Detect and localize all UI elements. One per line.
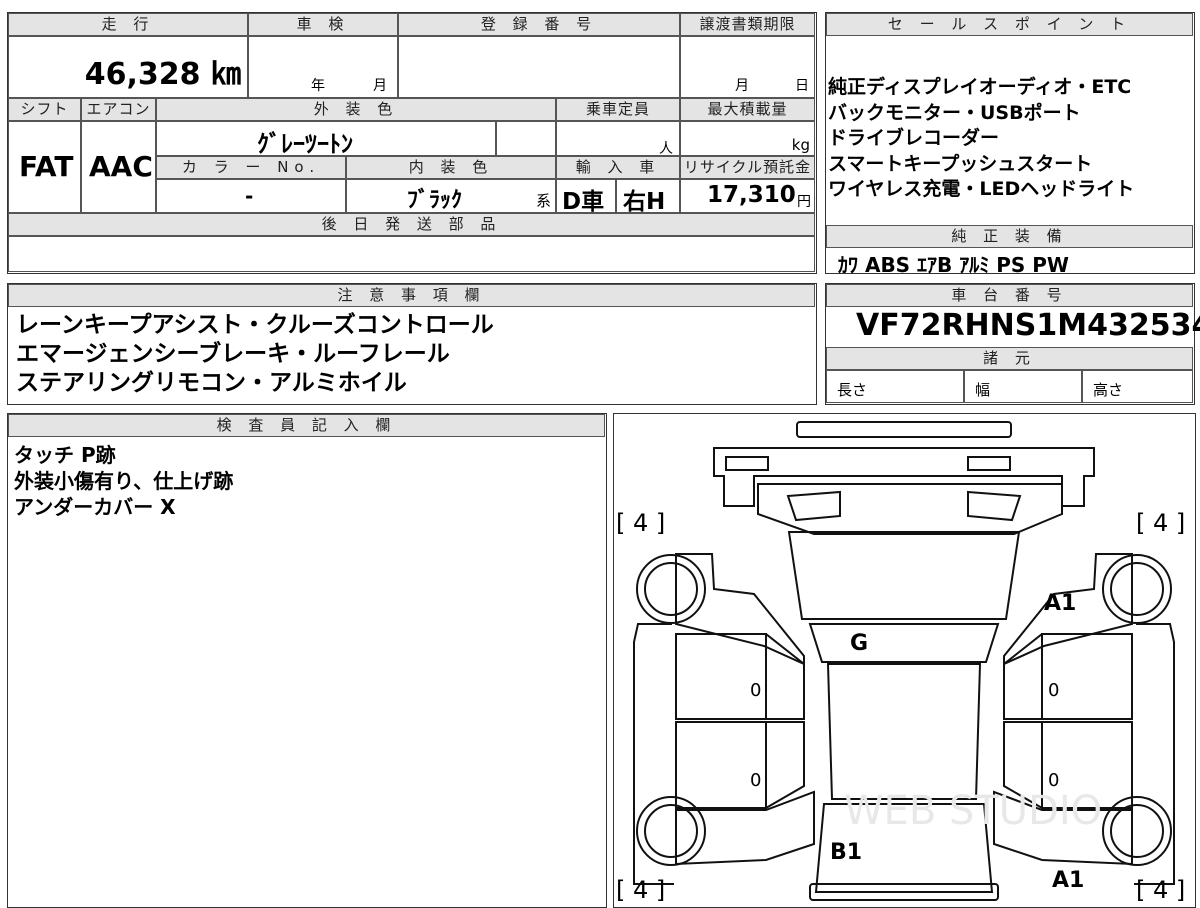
spec-length-cell: 長さ	[826, 370, 964, 403]
later-parts-cell	[8, 236, 815, 272]
inspection-year-unit: 年	[311, 78, 325, 94]
recycle-unit: 円	[797, 194, 811, 210]
spec-length-label: 長さ	[837, 381, 868, 399]
sales-point-line: バックモニター・USBポート	[828, 101, 1081, 124]
vehicle-info-panel: 走 行 車 検 登 録 番 号 譲渡書類期限 46,328 ㎞ 年 月 月 日 …	[7, 12, 817, 274]
door-front-left-mark: 0	[750, 680, 761, 701]
max-load-header: 最大積載量	[680, 98, 815, 121]
tire-front-right: [ 4 ]	[1136, 509, 1185, 537]
interior-color-suffix: 系	[535, 192, 551, 210]
tire-front-left: [ 4 ]	[616, 509, 665, 537]
equipment-value: ｶﾜ ABS ｴｱB ｱﾙﾐ PS PW	[838, 253, 1069, 277]
transfer-deadline-cell: 月 日	[680, 36, 815, 98]
sales-point-line: ワイヤレス充電・LEDヘッドライト	[828, 178, 1135, 200]
car-diagram: WEB STUDIO [ 4 ] [ 4 ] [ 4 ] [ 4 ] A1 G …	[616, 421, 1185, 904]
spec-height-cell: 高さ	[1082, 370, 1193, 403]
door-rear-right-mark: 0	[1048, 770, 1059, 791]
damage-mark-a1-rear: A1	[1052, 868, 1084, 893]
mileage-value: 46,328 ㎞	[84, 57, 241, 92]
car-diagram-panel: WEB STUDIO [ 4 ] [ 4 ] [ 4 ] [ 4 ] A1 G …	[613, 413, 1196, 908]
spec-height-label: 高さ	[1093, 381, 1124, 399]
inspector-header: 検 査 員 記 入 欄	[8, 414, 605, 437]
capacity-header: 乗車定員	[556, 98, 680, 121]
door-front-right-mark: 0	[1048, 680, 1059, 701]
color-no-cell: -	[156, 179, 346, 213]
shift-cell: FAT	[8, 121, 81, 213]
registration-cell	[398, 36, 680, 98]
interior-color-value: ﾌﾞﾗｯｸ	[407, 188, 463, 213]
exterior-color-value: ｸﾞﾚｰﾂｰﾄﾝ	[257, 130, 353, 158]
inspector-note-line: 外装小傷有り、仕上げ跡	[14, 469, 234, 493]
exterior-color-header: 外 装 色	[156, 98, 556, 121]
color-no-header: カ ラ ー No.	[156, 156, 346, 179]
notes-panel: 注 意 事 項 欄 レーンキープアシスト・クルーズコントロール エマージェンシー…	[7, 283, 817, 405]
inspection-cell: 年 月	[248, 36, 398, 98]
note-line: レーンキープアシスト・クルーズコントロール	[16, 312, 494, 338]
recycle-value: 17,310	[707, 182, 796, 208]
damage-mark-g: G	[850, 631, 868, 656]
equipment-header: 純 正 装 備	[826, 225, 1193, 248]
aircon-value: AAC	[89, 150, 153, 183]
chassis-panel: 車 台 番 号 VF72RHNS1M4325340 諸 元 長さ 幅 高さ	[825, 283, 1200, 405]
import-value-1: D車	[562, 189, 605, 215]
interior-color-header: 内 装 色	[346, 156, 556, 179]
transfer-day-unit: 日	[795, 78, 809, 94]
interior-color-cell: ﾌﾞﾗｯｸ 系	[346, 179, 556, 213]
transfer-deadline-header: 譲渡書類期限	[680, 13, 815, 36]
sales-point-line: ドライブレコーダー	[828, 127, 1000, 149]
exterior-color-extra	[496, 121, 556, 156]
exterior-color-cell: ｸﾞﾚｰﾂｰﾄﾝ	[156, 121, 496, 158]
damage-mark-a1-front: A1	[1044, 591, 1076, 616]
door-rear-left-mark: 0	[750, 770, 761, 791]
sales-points-list: 純正ディスプレイオーディオ・ETC バックモニター・USBポート ドライブレコー…	[828, 75, 1134, 203]
transfer-month-unit: 月	[735, 78, 749, 94]
damage-mark-b1: B1	[830, 840, 862, 865]
notes-list: レーンキープアシスト・クルーズコントロール エマージェンシーブレーキ・ルーフレー…	[16, 311, 494, 398]
import-cell-1: D車	[556, 179, 616, 215]
max-load-cell: kg	[680, 121, 815, 156]
mileage-header: 走 行	[8, 13, 248, 36]
spec-width-label: 幅	[975, 381, 991, 399]
import-header: 輸 入 車	[556, 156, 680, 179]
aircon-cell: AAC	[81, 121, 156, 213]
recycle-cell: 17,310 円	[680, 179, 815, 213]
sales-points-header: セ ー ル ス ポ イ ン ト	[826, 13, 1193, 36]
registration-header: 登 録 番 号	[398, 13, 680, 36]
later-parts-header: 後 日 発 送 部 品	[8, 213, 815, 236]
mileage-cell: 46,328 ㎞	[8, 36, 248, 98]
recycle-header: リサイクル預託金	[680, 156, 815, 179]
note-line: エマージェンシーブレーキ・ルーフレール	[16, 341, 450, 367]
spec-width-cell: 幅	[964, 370, 1082, 403]
inspector-note-line: タッチ P跡	[14, 443, 116, 467]
chassis-header: 車 台 番 号	[826, 284, 1193, 307]
sales-point-line: スマートキープッシュスタート	[828, 152, 1093, 175]
sales-points-panel: セ ー ル ス ポ イ ン ト 純正ディスプレイオーディオ・ETC バックモニタ…	[825, 12, 1195, 277]
specs-header: 諸 元	[826, 347, 1193, 370]
shift-value: FAT	[19, 150, 74, 183]
sales-point-line: 純正ディスプレイオーディオ・ETC	[828, 76, 1132, 98]
max-load-unit: kg	[791, 136, 810, 154]
inspector-note-line: アンダーカバー X	[14, 495, 176, 519]
inspector-notes: タッチ P跡 外装小傷有り、仕上げ跡 アンダーカバー X	[14, 442, 233, 520]
inspection-header: 車 検	[248, 13, 398, 36]
chassis-number: VF72RHNS1M4325340	[856, 308, 1200, 343]
shift-header: シフト	[8, 98, 81, 121]
color-no-value: -	[245, 184, 254, 208]
note-line: ステアリングリモコン・アルミホイル	[16, 370, 407, 396]
aircon-header: エアコン	[81, 98, 156, 121]
notes-header: 注 意 事 項 欄	[8, 284, 815, 307]
watermark: WEB STUDIO	[844, 788, 1102, 834]
capacity-unit: 人	[659, 141, 673, 157]
inspection-month-unit: 月	[373, 78, 387, 94]
capacity-cell: 人	[556, 121, 680, 157]
inspector-panel: 検 査 員 記 入 欄 タッチ P跡 外装小傷有り、仕上げ跡 アンダーカバー X	[7, 413, 607, 908]
import-cell-2: 右H	[616, 179, 680, 215]
import-value-2: 右H	[623, 189, 666, 215]
